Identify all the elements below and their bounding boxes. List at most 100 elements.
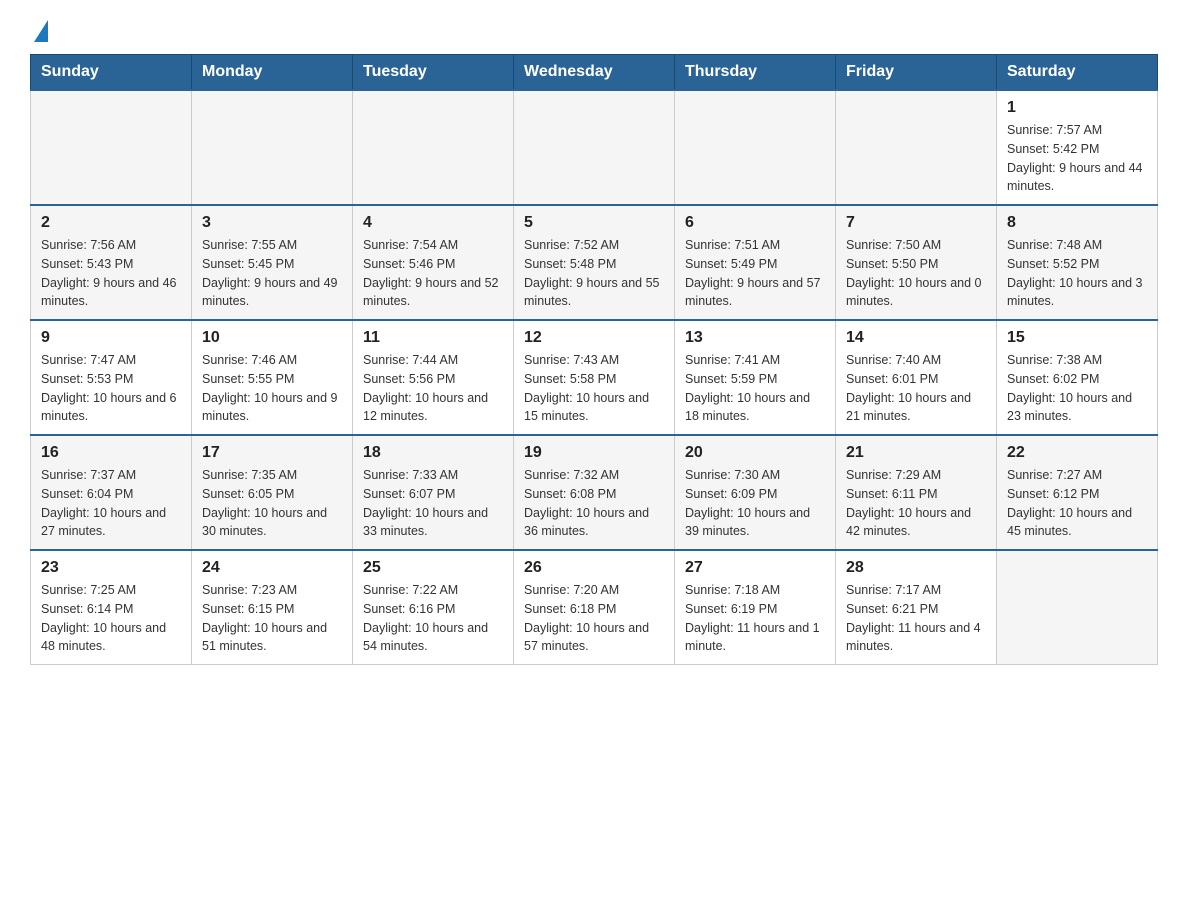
- day-info: Sunrise: 7:22 AM Sunset: 6:16 PM Dayligh…: [363, 581, 503, 656]
- page-header: [30, 20, 1158, 44]
- calendar-cell: 5 Sunrise: 7:52 AM Sunset: 5:48 PM Daylig…: [514, 205, 675, 320]
- calendar-cell: 9 Sunrise: 7:47 AM Sunset: 5:53 PM Daylig…: [31, 320, 192, 435]
- day-number: 27: [685, 559, 825, 577]
- calendar-cell: 3 Sunrise: 7:55 AM Sunset: 5:45 PM Daylig…: [192, 205, 353, 320]
- day-info: Sunrise: 7:17 AM Sunset: 6:21 PM Dayligh…: [846, 581, 986, 656]
- calendar-cell: 26 Sunrise: 7:20 AM Sunset: 6:18 PM Dayli…: [514, 550, 675, 665]
- day-number: 17: [202, 444, 342, 462]
- calendar-cell: 24 Sunrise: 7:23 AM Sunset: 6:15 PM Dayli…: [192, 550, 353, 665]
- day-info: Sunrise: 7:54 AM Sunset: 5:46 PM Dayligh…: [363, 236, 503, 311]
- calendar-week-row: 1 Sunrise: 7:57 AM Sunset: 5:42 PM Daylig…: [31, 90, 1158, 205]
- day-info: Sunrise: 7:25 AM Sunset: 6:14 PM Dayligh…: [41, 581, 181, 656]
- calendar-cell: 25 Sunrise: 7:22 AM Sunset: 6:16 PM Dayli…: [353, 550, 514, 665]
- day-number: 25: [363, 559, 503, 577]
- day-info: Sunrise: 7:32 AM Sunset: 6:08 PM Dayligh…: [524, 466, 664, 541]
- day-info: Sunrise: 7:40 AM Sunset: 6:01 PM Dayligh…: [846, 351, 986, 426]
- day-number: 12: [524, 329, 664, 347]
- day-number: 5: [524, 214, 664, 232]
- calendar-cell: 2 Sunrise: 7:56 AM Sunset: 5:43 PM Daylig…: [31, 205, 192, 320]
- calendar-cell: 15 Sunrise: 7:38 AM Sunset: 6:02 PM Dayli…: [997, 320, 1158, 435]
- day-info: Sunrise: 7:52 AM Sunset: 5:48 PM Dayligh…: [524, 236, 664, 311]
- day-number: 8: [1007, 214, 1147, 232]
- day-number: 26: [524, 559, 664, 577]
- day-info: Sunrise: 7:56 AM Sunset: 5:43 PM Dayligh…: [41, 236, 181, 311]
- calendar-week-row: 2 Sunrise: 7:56 AM Sunset: 5:43 PM Daylig…: [31, 205, 1158, 320]
- calendar-table: SundayMondayTuesdayWednesdayThursdayFrid…: [30, 54, 1158, 665]
- day-number: 20: [685, 444, 825, 462]
- calendar-cell: 28 Sunrise: 7:17 AM Sunset: 6:21 PM Dayli…: [836, 550, 997, 665]
- day-info: Sunrise: 7:23 AM Sunset: 6:15 PM Dayligh…: [202, 581, 342, 656]
- calendar-week-row: 9 Sunrise: 7:47 AM Sunset: 5:53 PM Daylig…: [31, 320, 1158, 435]
- calendar-cell: [514, 90, 675, 205]
- calendar-cell: 7 Sunrise: 7:50 AM Sunset: 5:50 PM Daylig…: [836, 205, 997, 320]
- day-number: 6: [685, 214, 825, 232]
- day-number: 16: [41, 444, 181, 462]
- day-number: 9: [41, 329, 181, 347]
- day-info: Sunrise: 7:47 AM Sunset: 5:53 PM Dayligh…: [41, 351, 181, 426]
- day-info: Sunrise: 7:38 AM Sunset: 6:02 PM Dayligh…: [1007, 351, 1147, 426]
- calendar-cell: 10 Sunrise: 7:46 AM Sunset: 5:55 PM Dayli…: [192, 320, 353, 435]
- calendar-cell: 6 Sunrise: 7:51 AM Sunset: 5:49 PM Daylig…: [675, 205, 836, 320]
- column-header-saturday: Saturday: [997, 55, 1158, 91]
- calendar-cell: 18 Sunrise: 7:33 AM Sunset: 6:07 PM Dayli…: [353, 435, 514, 550]
- calendar-cell: 13Sunrise: 7:41 AM Sunset: 5:59 PM Dayli…: [675, 320, 836, 435]
- day-info: Sunrise: 7:55 AM Sunset: 5:45 PM Dayligh…: [202, 236, 342, 311]
- calendar-cell: 19 Sunrise: 7:32 AM Sunset: 6:08 PM Dayli…: [514, 435, 675, 550]
- day-number: 2: [41, 214, 181, 232]
- calendar-cell: [31, 90, 192, 205]
- day-info: Sunrise: 7:37 AM Sunset: 6:04 PM Dayligh…: [41, 466, 181, 541]
- calendar-cell: 17 Sunrise: 7:35 AM Sunset: 6:05 PM Dayli…: [192, 435, 353, 550]
- day-info: Sunrise: 7:18 AM Sunset: 6:19 PM Dayligh…: [685, 581, 825, 656]
- day-info: Sunrise: 7:30 AM Sunset: 6:09 PM Dayligh…: [685, 466, 825, 541]
- calendar-cell: [997, 550, 1158, 665]
- day-number: 14: [846, 329, 986, 347]
- day-number: 11: [363, 329, 503, 347]
- calendar-cell: 20 Sunrise: 7:30 AM Sunset: 6:09 PM Dayli…: [675, 435, 836, 550]
- day-number: 23: [41, 559, 181, 577]
- calendar-cell: 11 Sunrise: 7:44 AM Sunset: 5:56 PM Dayli…: [353, 320, 514, 435]
- calendar-cell: 14 Sunrise: 7:40 AM Sunset: 6:01 PM Dayli…: [836, 320, 997, 435]
- day-number: 7: [846, 214, 986, 232]
- calendar-cell: 16 Sunrise: 7:37 AM Sunset: 6:04 PM Dayli…: [31, 435, 192, 550]
- day-info: Sunrise: 7:57 AM Sunset: 5:42 PM Dayligh…: [1007, 121, 1147, 196]
- day-number: 28: [846, 559, 986, 577]
- day-info: Sunrise: 7:50 AM Sunset: 5:50 PM Dayligh…: [846, 236, 986, 311]
- calendar-cell: 8 Sunrise: 7:48 AM Sunset: 5:52 PM Daylig…: [997, 205, 1158, 320]
- day-info: Sunrise: 7:33 AM Sunset: 6:07 PM Dayligh…: [363, 466, 503, 541]
- calendar-cell: [353, 90, 514, 205]
- day-number: 1: [1007, 99, 1147, 117]
- column-header-wednesday: Wednesday: [514, 55, 675, 91]
- calendar-cell: [675, 90, 836, 205]
- day-number: 15: [1007, 329, 1147, 347]
- day-number: 22: [1007, 444, 1147, 462]
- column-header-tuesday: Tuesday: [353, 55, 514, 91]
- calendar-cell: 1 Sunrise: 7:57 AM Sunset: 5:42 PM Daylig…: [997, 90, 1158, 205]
- calendar-cell: 22 Sunrise: 7:27 AM Sunset: 6:12 PM Dayli…: [997, 435, 1158, 550]
- column-header-friday: Friday: [836, 55, 997, 91]
- calendar-cell: 23 Sunrise: 7:25 AM Sunset: 6:14 PM Dayli…: [31, 550, 192, 665]
- day-info: Sunrise: 7:20 AM Sunset: 6:18 PM Dayligh…: [524, 581, 664, 656]
- calendar-cell: 27 Sunrise: 7:18 AM Sunset: 6:19 PM Dayli…: [675, 550, 836, 665]
- calendar-week-row: 16 Sunrise: 7:37 AM Sunset: 6:04 PM Dayli…: [31, 435, 1158, 550]
- day-info: Sunrise: 7:27 AM Sunset: 6:12 PM Dayligh…: [1007, 466, 1147, 541]
- logo-triangle-icon: [34, 20, 48, 42]
- logo: [30, 20, 48, 44]
- day-info: Sunrise: 7:44 AM Sunset: 5:56 PM Dayligh…: [363, 351, 503, 426]
- day-number: 24: [202, 559, 342, 577]
- day-info: Sunrise: 7:41 AM Sunset: 5:59 PM Dayligh…: [685, 351, 825, 426]
- column-header-sunday: Sunday: [31, 55, 192, 91]
- calendar-cell: [836, 90, 997, 205]
- calendar-cell: 21Sunrise: 7:29 AM Sunset: 6:11 PM Dayli…: [836, 435, 997, 550]
- day-number: 3: [202, 214, 342, 232]
- day-info: Sunrise: 7:35 AM Sunset: 6:05 PM Dayligh…: [202, 466, 342, 541]
- day-number: 18: [363, 444, 503, 462]
- day-number: 19: [524, 444, 664, 462]
- calendar-cell: 12 Sunrise: 7:43 AM Sunset: 5:58 PM Dayli…: [514, 320, 675, 435]
- day-info: Sunrise: 7:51 AM Sunset: 5:49 PM Dayligh…: [685, 236, 825, 311]
- day-number: 10: [202, 329, 342, 347]
- day-info: Sunrise: 7:46 AM Sunset: 5:55 PM Dayligh…: [202, 351, 342, 426]
- day-info: Sunrise: 7:43 AM Sunset: 5:58 PM Dayligh…: [524, 351, 664, 426]
- day-info: Sunrise: 7:48 AM Sunset: 5:52 PM Dayligh…: [1007, 236, 1147, 311]
- calendar-cell: 4Sunrise: 7:54 AM Sunset: 5:46 PM Daylig…: [353, 205, 514, 320]
- calendar-week-row: 23 Sunrise: 7:25 AM Sunset: 6:14 PM Dayli…: [31, 550, 1158, 665]
